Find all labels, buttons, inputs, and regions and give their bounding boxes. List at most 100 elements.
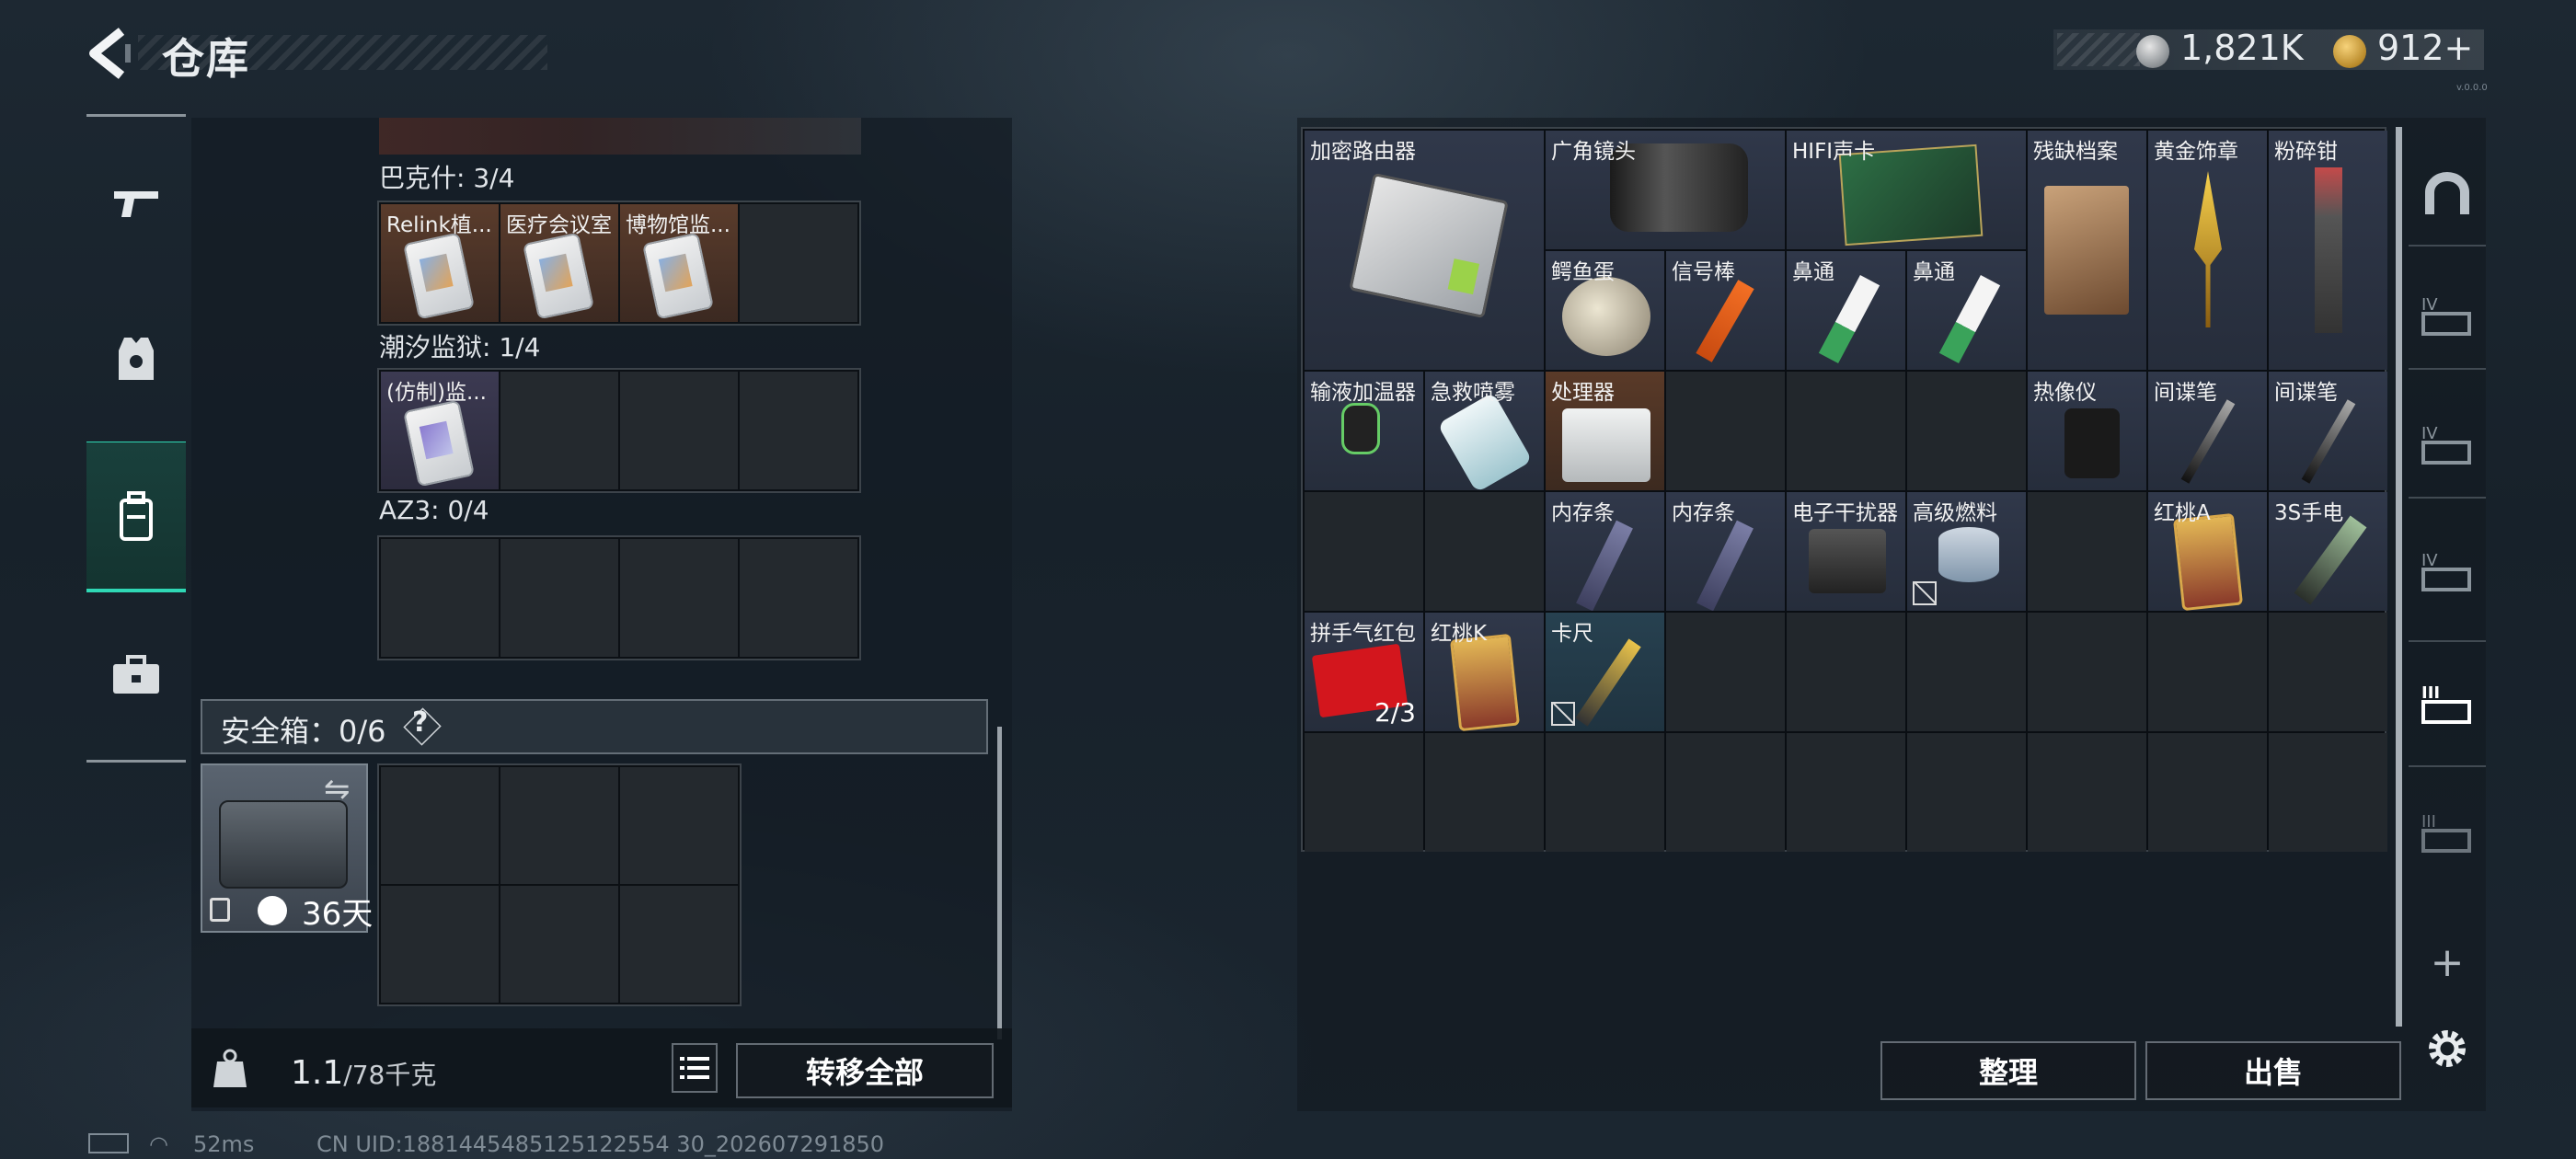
stash-item[interactable]: 黄金饰章 (2148, 131, 2267, 370)
nav-storage-3-active[interactable]: III (2409, 664, 2486, 741)
item-name: 红桃A (2154, 501, 2211, 525)
item-name: 黄金饰章 (2154, 140, 2238, 164)
stash-item[interactable]: 鳄鱼蛋 (1546, 251, 1664, 370)
stash-item[interactable]: 电子干扰器 (1787, 492, 1905, 611)
stash-item[interactable]: 粉碎钳 (2269, 131, 2387, 370)
sell-button[interactable]: 出售 (2145, 1041, 2401, 1100)
nav-storage-4a[interactable]: IV (2409, 276, 2486, 353)
stash-item[interactable]: 急救喷雾 (1425, 372, 1544, 490)
empty-slot (500, 539, 618, 657)
gold-coin-icon (2333, 35, 2366, 68)
nav-storage-4c[interactable]: IV (2409, 532, 2486, 609)
stash-item[interactable]: 输液加温器 (1305, 372, 1423, 490)
stash-item[interactable]: 鼻通 (1787, 251, 1905, 370)
stash-item[interactable]: 间谍笔 (2269, 372, 2387, 490)
nav-divider (2409, 368, 2486, 370)
item-image (1562, 408, 1650, 482)
stash-item[interactable]: 间谍笔 (2148, 372, 2267, 490)
keycard-item[interactable]: (仿制)监... (381, 372, 499, 489)
stash-item[interactable]: 残缺档案 (2028, 131, 2146, 370)
stash-scrollbar[interactable] (2396, 127, 2402, 1027)
item-name: (仿制)监... (386, 381, 487, 405)
empty-slot (381, 886, 499, 1003)
item-image (2294, 515, 2367, 605)
back-button[interactable] (85, 26, 132, 81)
silver-coin-icon (2136, 35, 2169, 68)
stash-item[interactable]: 内存条 (1546, 492, 1664, 611)
stash-item[interactable]: 加密路由器 (1305, 131, 1544, 370)
keycard-icon (402, 399, 476, 488)
stash-item[interactable]: 热像仪 (2028, 372, 2146, 490)
empty-slot (1305, 733, 1423, 852)
add-storage-button[interactable]: + (2409, 924, 2486, 1001)
svg-text:III: III (2421, 683, 2440, 703)
silver-amount: 1,821K (2180, 28, 2304, 68)
safe-case-icon (219, 800, 348, 889)
item-image (1437, 392, 1533, 490)
sidebar-divider (86, 760, 186, 763)
item-image (2194, 171, 2222, 327)
gold-amount[interactable]: 912+ (2377, 28, 2473, 68)
empty-slot (620, 372, 738, 489)
version-text: v.0.0.0 (2456, 83, 2488, 93)
transfer-all-button[interactable]: 转移全部 (736, 1043, 994, 1098)
stash-item[interactable]: 处理器 (1546, 372, 1664, 490)
empty-slot (500, 767, 618, 884)
stash-grid: 加密路由器 广角镜头 HIFI声卡 残缺档案 黄金饰章 粉碎钳 鳄鱼蛋 信号棒 鼻通 鼻通 输液加温… (1301, 127, 2387, 852)
empty-slot (500, 372, 618, 489)
no-sell-icon (1913, 581, 1937, 605)
weight-icon (213, 1049, 247, 1087)
nav-storage-3[interactable]: III (2409, 793, 2486, 870)
stash-item[interactable]: 红桃K (1425, 613, 1544, 731)
empty-slot (2269, 613, 2387, 731)
stash-iv-icon: IV (2421, 551, 2471, 591)
keycard-item[interactable]: 医疗会议室 (500, 204, 618, 322)
item-image (1696, 520, 1754, 611)
item-name: 处理器 (1551, 381, 1615, 405)
stash-item[interactable]: 信号棒 (1666, 251, 1785, 370)
swap-icon[interactable]: ⇋ (324, 771, 351, 808)
nav-storage-4b[interactable]: IV (2409, 405, 2486, 482)
keycard-icon (402, 232, 476, 320)
keycard-item[interactable]: 博物馆监... (620, 204, 738, 322)
stash-item[interactable]: 拼手气红包 2/3 (1305, 613, 1423, 731)
empty-slot (2269, 733, 2387, 852)
sort-button[interactable]: 整理 (1880, 1041, 2136, 1100)
settings-button[interactable] (2409, 1010, 2486, 1087)
empty-slot (381, 539, 499, 657)
stash-item[interactable]: 3S手电 (2269, 492, 2387, 611)
item-name: 内存条 (1551, 501, 1615, 525)
left-scrollbar[interactable] (997, 727, 1002, 1039)
item-name: 广角镜头 (1551, 140, 1636, 164)
empty-slot (1425, 492, 1544, 611)
stash-item[interactable]: 内存条 (1666, 492, 1785, 611)
briefcase-icon (113, 655, 159, 694)
stash-item[interactable]: 红桃A (2148, 492, 2267, 611)
safe-box-label: 安全箱：0/6 (221, 714, 386, 749)
chevron-left-icon (89, 28, 131, 79)
item-name: 加密路由器 (1310, 140, 1416, 164)
stash-item[interactable]: 鼻通 (1907, 251, 2026, 370)
item-name: 内存条 (1672, 501, 1735, 525)
item-image (1562, 277, 1650, 356)
item-image (1938, 527, 1999, 582)
empty-slot (740, 539, 857, 657)
vest-icon (119, 338, 154, 380)
stash-item[interactable]: 广角镜头 (1546, 131, 1785, 249)
sidebar-item-armor[interactable] (86, 294, 186, 423)
list-view-button[interactable] (672, 1043, 718, 1093)
sidebar-item-backpack[interactable] (86, 442, 186, 592)
item-image (1809, 529, 1886, 593)
stash-item[interactable]: 高级燃料 (1907, 492, 2026, 611)
nav-safe-zone[interactable] (2409, 155, 2486, 232)
empty-slot (620, 886, 738, 1003)
sidebar-item-cases[interactable] (86, 611, 186, 740)
keycard-item[interactable]: Relink植... (381, 204, 499, 322)
item-name: 博物馆监... (626, 213, 730, 237)
sidebar-item-weapons[interactable] (86, 138, 186, 267)
empty-slot (2148, 613, 2267, 731)
stash-item[interactable]: 卡尺 (1546, 613, 1664, 731)
stash-item[interactable]: HIFI声卡 (1787, 131, 2026, 249)
svg-text:IV: IV (2421, 424, 2438, 443)
empty-slot (1305, 492, 1423, 611)
